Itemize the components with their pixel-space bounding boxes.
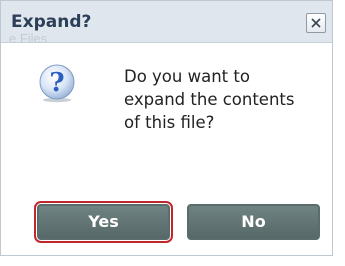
screen: e Files Expand? ? Do you want to expand … — [0, 0, 345, 266]
svg-text:?: ? — [49, 68, 64, 98]
close-button[interactable] — [306, 13, 326, 33]
close-icon — [311, 18, 321, 28]
right-gutter — [339, 0, 345, 266]
no-button[interactable]: No — [187, 204, 320, 240]
yes-button[interactable]: Yes — [34, 201, 173, 243]
background-text: e Files — [9, 31, 48, 46]
expand-dialog: e Files Expand? ? Do you want to expand … — [0, 0, 333, 256]
dialog-titlebar: e Files Expand? — [1, 1, 332, 46]
dialog-title: Expand? — [11, 12, 92, 32]
dialog-message: Do you want to expand the contents of th… — [124, 67, 295, 132]
question-icon: ? — [39, 64, 75, 103]
